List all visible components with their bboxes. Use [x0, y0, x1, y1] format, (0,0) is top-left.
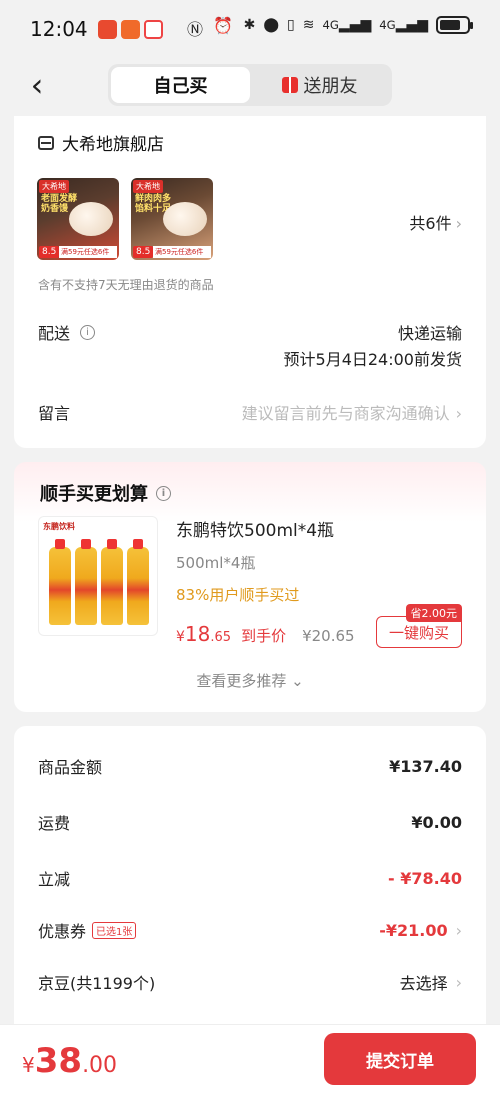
coupon-row[interactable]: 优惠券 已选1张 -¥21.00 ›: [38, 918, 462, 942]
app-notification-icon: [97, 19, 117, 39]
purchase-mode-switch: 自己买 送朋友: [108, 64, 392, 106]
chevron-right-icon: ›: [455, 404, 462, 423]
vibrate-icon: ▯: [287, 17, 295, 33]
info-icon[interactable]: i: [156, 485, 171, 501]
store-order-card: 大希地旗舰店 大希地 老面发酵奶香馒 8.5 满59元任选6件 大希地 鲜肉肉多…: [14, 116, 486, 448]
store-name: 大希地旗舰店: [62, 135, 164, 155]
status-time: 12:04: [30, 17, 88, 41]
status-right-icons: ✱ ⬤ ▯ ≋ 4G▂▄▆ 4G▂▄▆: [243, 16, 473, 34]
tab-gift-friend[interactable]: 送朋友: [250, 67, 389, 103]
chevron-right-icon: ›: [455, 214, 462, 233]
signal-icon: 4G▂▄▆: [322, 17, 372, 33]
nfc-icon: Ⓝ: [187, 20, 204, 39]
recommended-product-users: 83%用户顺手买过: [176, 586, 300, 604]
price-summary-card: 商品金额 ¥137.40 运费 ¥0.00 立减 - ¥78.40 优惠券 已选…: [14, 726, 486, 1026]
recommendation-card: 顺手买更划算 i 东鹏饮料 东鹏特饮500ml*4瓶 500ml*4瓶 83%用…: [14, 462, 486, 712]
more-recommendations-link[interactable]: 查看更多推荐 ⌄: [14, 670, 486, 691]
jd-beans-row[interactable]: 京豆(共1199个) 去选择 ›: [38, 970, 462, 994]
tab-self-buy[interactable]: 自己买: [111, 67, 250, 103]
battery-icon: [436, 16, 473, 34]
recommended-product-name[interactable]: 东鹏特饮500ml*4瓶: [176, 516, 334, 541]
location-icon: ⬤: [263, 17, 280, 33]
recommended-product-image[interactable]: 东鹏饮料: [38, 516, 158, 636]
top-nav: ‹ 自己买 送朋友: [0, 58, 500, 116]
total-price: ¥ 38 .00: [22, 1041, 118, 1081]
recommended-product-price: ¥ 18 .65 到手价 ¥20.65: [176, 622, 355, 646]
wifi-icon: ≋: [302, 17, 315, 33]
return-policy-note: 含有不支持7天无理由退货的商品: [38, 278, 214, 292]
save-badge: 省2.00元: [405, 604, 462, 622]
delivery-label: 配送 i: [38, 320, 96, 344]
goods-amount-row: 商品金额 ¥137.40: [38, 756, 462, 778]
message-label: 留言: [38, 404, 71, 423]
discount-row: 立减 - ¥78.40: [38, 868, 462, 890]
back-button[interactable]: ‹: [20, 66, 54, 104]
app-notification-icon: [143, 19, 163, 39]
submit-order-button[interactable]: 提交订单: [324, 1033, 476, 1085]
checkout-bar: ¥ 38 .00 提交订单: [0, 1024, 500, 1099]
item-count-link[interactable]: 共6件 ›: [409, 210, 462, 234]
signal-icon: 4G▂▄▆: [379, 17, 428, 33]
chevron-right-icon: ›: [455, 972, 462, 992]
delivery-method: 快递运输: [397, 324, 462, 343]
status-mid-icons: Ⓝ ⏰: [187, 16, 233, 40]
status-bar: 12:04 Ⓝ ⏰ ✱ ⬤ ▯ ≋ 4G▂▄▆ 4G▂▄▆: [0, 0, 500, 58]
alarm-icon: ⏰: [213, 16, 233, 35]
gift-icon: [281, 77, 298, 93]
chevron-left-icon: ‹: [30, 66, 44, 104]
original-price: ¥20.65: [302, 627, 355, 645]
recommended-product-spec: 500ml*4瓶: [176, 554, 256, 572]
coupon-selected-tag: 已选1张: [92, 921, 137, 939]
store-icon: [38, 135, 54, 150]
chevron-right-icon: ›: [455, 920, 462, 940]
shipping-row: 运费 ¥0.00: [38, 812, 462, 834]
product-thumbnail[interactable]: 大希地 鲜肉肉多馅料十足 8.5 满59元任选6件: [131, 178, 213, 260]
recommendation-title: 顺手买更划算 i: [40, 480, 171, 506]
delivery-estimate: 预计5月4日24:00前发货: [283, 350, 462, 369]
product-thumbnail[interactable]: 大希地 老面发酵奶香馒 8.5 满59元任选6件: [37, 178, 119, 260]
message-input[interactable]: 建议留言前先与商家沟通确认 ›: [242, 400, 462, 424]
info-icon[interactable]: i: [80, 324, 96, 340]
bluetooth-icon: ✱: [243, 17, 256, 33]
store-header[interactable]: 大希地旗舰店: [38, 130, 164, 155]
app-notification-icon: [120, 19, 140, 39]
